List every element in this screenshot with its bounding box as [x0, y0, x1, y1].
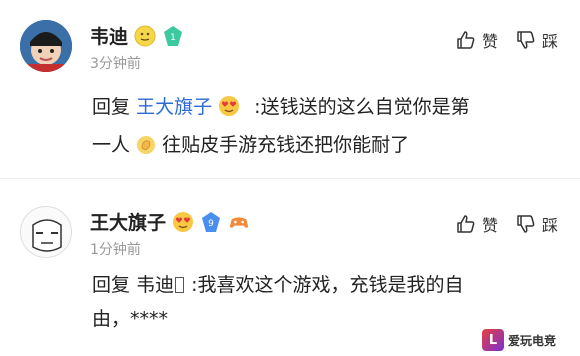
avatar[interactable] [20, 20, 72, 72]
watermark: L 爱玩电竞 [482, 326, 574, 354]
heart-eyes-emoji-icon [172, 211, 194, 233]
comment-text: 回复 王大旗子 :送钱送的这么自觉你是第 一人 往贴皮手游充钱还把你能耐了 [92, 90, 552, 166]
comment-text-line1: :送钱送的这么自觉你是第 [254, 96, 470, 118]
dislike-label: 踩 [541, 216, 558, 235]
level-number: 1 [170, 33, 176, 43]
level-number: 9 [208, 219, 214, 229]
level-badge-icon: 1 [162, 25, 184, 47]
comment-actions: 赞 踩 [456, 28, 558, 52]
user-row: 王大旗子 9 [90, 208, 250, 235]
comment-divider [0, 178, 580, 179]
comment-text-line2: 由，**** [92, 308, 169, 330]
timestamp: 3分钟前 [90, 56, 141, 72]
thumbs-down-icon [517, 215, 535, 233]
reply-mention-link[interactable]: 韦迪 [136, 274, 174, 296]
timestamp: 1分钟前 [90, 242, 141, 258]
user-row: 韦迪 1 [90, 22, 184, 49]
comment-text-line2a: 一人 [92, 134, 131, 156]
gamepad-icon [228, 211, 250, 233]
thumbs-up-icon [457, 215, 475, 233]
missing-glyph-icon [175, 277, 185, 293]
reply-mention-link[interactable]: 王大旗子 [136, 96, 212, 118]
reply-prefix: 回复 [92, 96, 131, 118]
username[interactable]: 韦迪 [90, 22, 128, 49]
like-button[interactable]: 赞 [456, 28, 498, 52]
reply-prefix: 回复 [92, 274, 131, 296]
comment-actions: 赞 踩 [456, 212, 558, 236]
dislike-label: 踩 [541, 32, 558, 51]
clap-emoji-icon [136, 132, 156, 166]
dislike-button[interactable]: 踩 [516, 212, 558, 236]
watermark-logo-icon: L [482, 329, 504, 351]
thumbs-down-icon [517, 31, 535, 49]
level-badge-icon: 9 [200, 211, 222, 233]
heart-eyes-emoji-icon [218, 94, 240, 128]
username[interactable]: 王大旗子 [90, 208, 166, 235]
watermark-text: 爱玩电竞 [508, 333, 557, 348]
comment-text-line2b: 往贴皮手游充钱还把你能耐了 [162, 134, 410, 156]
dislike-button[interactable]: 踩 [516, 28, 558, 52]
avatar[interactable] [20, 206, 72, 258]
comment-text-line1: :我喜欢这个游戏，充钱是我的自 [191, 274, 464, 296]
smile-emoji-icon [134, 25, 156, 47]
comment-item: 韦迪 1 3分钟前 赞 踩 回复 王大旗子:送钱送的这么自觉你是第 一人 往贴… [0, 0, 580, 175]
thumbs-up-icon [457, 31, 475, 49]
like-button[interactable]: 赞 [456, 212, 498, 236]
like-label: 赞 [481, 216, 498, 235]
like-label: 赞 [481, 32, 498, 51]
